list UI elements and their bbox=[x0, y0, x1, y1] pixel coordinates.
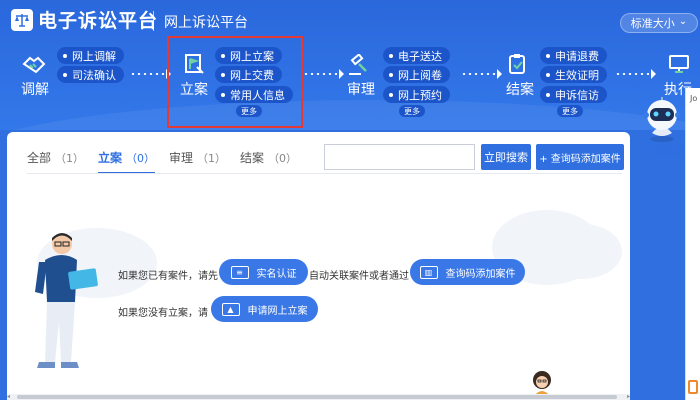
menu-online-appointment[interactable]: 网上预约 bbox=[383, 86, 450, 103]
tab-filing[interactable]: 立案 （0） bbox=[98, 149, 156, 174]
horizontal-scrollbar[interactable]: ◂ ▸ bbox=[7, 394, 630, 400]
handshake-icon[interactable] bbox=[22, 54, 46, 80]
tab-count: （1） bbox=[55, 152, 85, 165]
menu-petition-complaint[interactable]: 申诉信访 bbox=[540, 86, 607, 103]
menu-label: 生效证明 bbox=[555, 68, 599, 82]
search-input[interactable] bbox=[324, 144, 475, 170]
tab-count: （0） bbox=[268, 152, 298, 165]
flow-arrow bbox=[461, 69, 502, 79]
font-size-select[interactable]: 标准大小 ⌄ bbox=[620, 13, 698, 33]
tabs-divider bbox=[27, 173, 622, 174]
side-panel-text: Jo bbox=[690, 94, 698, 103]
platform-title: 电子诉讼平台 bbox=[38, 10, 159, 32]
menu-judicial-confirmation[interactable]: 司法确认 bbox=[57, 66, 124, 83]
prompt-existing-case-prefix: 如果您已有案件，请先 bbox=[118, 271, 218, 282]
feedback-icon[interactable] bbox=[688, 380, 698, 394]
tab-closed[interactable]: 结案 （0） bbox=[240, 149, 297, 172]
menu-label: 司法确认 bbox=[72, 68, 116, 82]
tab-label: 全部 bbox=[27, 151, 52, 165]
search-button[interactable]: 立即搜索 bbox=[481, 144, 531, 170]
tab-trial[interactable]: 审理 （1） bbox=[169, 149, 226, 172]
tab-label: 立案 bbox=[98, 151, 123, 165]
stage-trial-label[interactable]: 审理 bbox=[347, 79, 375, 99]
stage-closing-label[interactable]: 结案 bbox=[506, 79, 534, 99]
menu-effective-certificate[interactable]: 生效证明 bbox=[540, 66, 607, 83]
apply-online-filing-button[interactable]: ▲ 申请网上立案 bbox=[211, 296, 318, 322]
button-label: 申请网上立案 bbox=[247, 305, 308, 317]
trial-more-button[interactable]: 更多 bbox=[399, 105, 425, 117]
button-label: 查询码添加案件 bbox=[445, 268, 516, 280]
prompt-existing-case-middle: 自动关联案件或者通过 bbox=[309, 271, 409, 282]
cloud-decoration bbox=[542, 224, 622, 279]
tab-count: （1） bbox=[197, 152, 227, 165]
menu-label: 网上阅卷 bbox=[398, 68, 442, 82]
title-divider bbox=[153, 11, 154, 31]
case-closed-icon[interactable] bbox=[507, 52, 529, 80]
id-card-icon: ≡ bbox=[230, 265, 249, 279]
menu-label: 网上调解 bbox=[72, 49, 116, 63]
stage-mediation-label[interactable]: 调解 bbox=[21, 79, 49, 99]
menu-label: 网上预约 bbox=[398, 88, 442, 102]
add-case-query-code-button[interactable]: ▥ 查询码添加案件 bbox=[410, 259, 525, 285]
chevron-down-icon: ⌄ bbox=[678, 15, 688, 27]
case-status-tabs: 全部 （1） 立案 （0） 审理 （1） 结案 （0） bbox=[27, 149, 297, 174]
font-size-label: 标准大小 bbox=[630, 17, 675, 30]
tab-all[interactable]: 全部 （1） bbox=[27, 149, 84, 172]
prompt-no-case-prefix: 如果您没有立案，请 bbox=[118, 308, 208, 319]
monitor-upload-icon: ▲ bbox=[221, 302, 240, 316]
tab-label: 审理 bbox=[169, 151, 194, 165]
menu-online-mediation[interactable]: 网上调解 bbox=[57, 47, 124, 64]
menu-label: 申请退费 bbox=[555, 49, 599, 63]
menu-online-file-review[interactable]: 网上阅卷 bbox=[383, 66, 450, 83]
scrollbar-thumb[interactable] bbox=[17, 395, 617, 399]
court-scales-logo-icon bbox=[11, 9, 33, 31]
button-label: 实名认证 bbox=[256, 268, 297, 280]
tab-count: （0） bbox=[126, 152, 156, 165]
assistant-label[interactable]: 智能辅助 bbox=[648, 144, 684, 157]
closing-more-button[interactable]: 更多 bbox=[557, 105, 583, 117]
menu-label: 申诉信访 bbox=[555, 88, 599, 102]
robot-assistant-icon[interactable] bbox=[640, 95, 684, 143]
gavel-icon[interactable] bbox=[347, 53, 371, 80]
scroll-right-icon[interactable]: ▸ bbox=[627, 394, 630, 400]
menu-label: 电子送达 bbox=[398, 49, 442, 63]
flow-arrow bbox=[303, 69, 344, 79]
scroll-left-icon[interactable]: ◂ bbox=[7, 394, 10, 400]
tab-label: 结案 bbox=[240, 151, 265, 165]
scan-code-icon: ▥ bbox=[419, 265, 438, 279]
flow-arrow bbox=[130, 69, 171, 79]
menu-refund-request[interactable]: 申请退费 bbox=[540, 47, 607, 64]
monitor-icon[interactable] bbox=[668, 54, 690, 78]
girl-avatar-illustration bbox=[530, 368, 554, 396]
menu-electronic-service[interactable]: 电子送达 bbox=[383, 47, 450, 64]
person-with-laptop-illustration bbox=[25, 232, 115, 392]
add-case-by-code-button[interactable]: + 查询码添加案件 bbox=[536, 144, 624, 170]
realname-auth-button[interactable]: ≡ 实名认证 bbox=[219, 259, 308, 285]
platform-subtitle: 网上诉讼平台 bbox=[164, 15, 248, 31]
flow-arrow bbox=[615, 69, 656, 79]
side-panel: Jo bbox=[685, 88, 700, 400]
filing-highlight-frame bbox=[167, 36, 303, 128]
